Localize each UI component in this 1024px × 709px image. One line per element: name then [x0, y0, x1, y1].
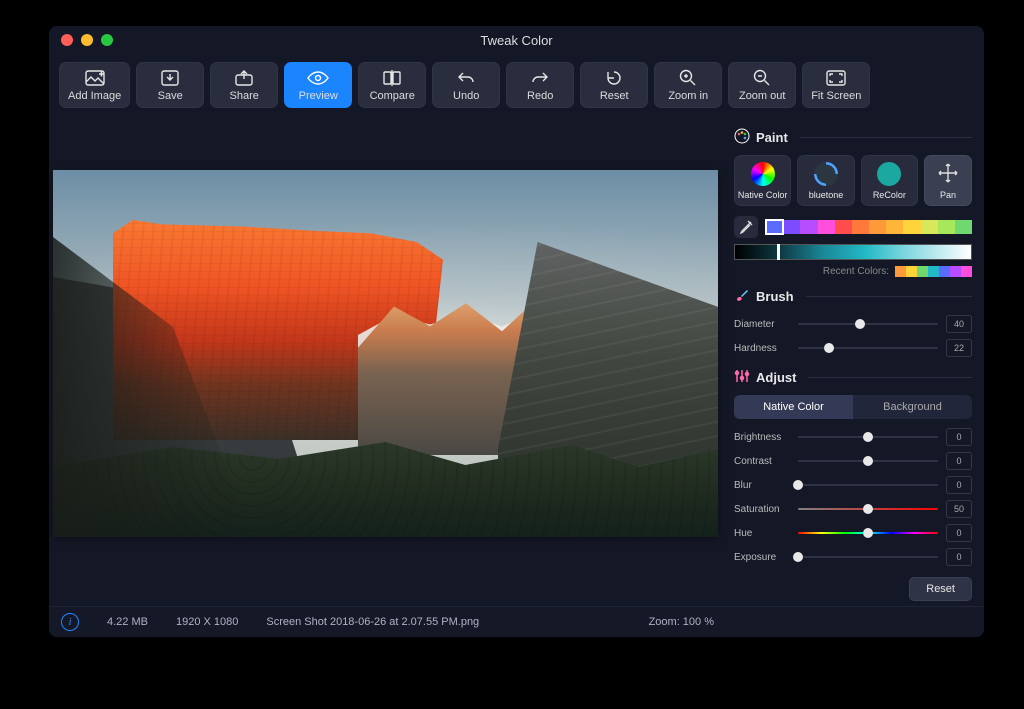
hue-slider[interactable]	[798, 526, 938, 540]
swatch[interactable]	[955, 220, 972, 234]
brush-icon	[734, 287, 750, 306]
image-dimensions: 1920 X 1080	[176, 616, 238, 628]
fit-screen-button[interactable]: Fit Screen	[802, 62, 870, 108]
share-icon	[235, 69, 253, 87]
titlebar: Tweak Color	[49, 26, 984, 54]
adjust-reset-button[interactable]: Reset	[909, 577, 972, 601]
paint-section: Paint Native Color bluetone ReColor	[734, 128, 972, 277]
file-name: Screen Shot 2018-06-26 at 2.07.55 PM.png	[266, 616, 479, 628]
pan-button[interactable]: Pan	[924, 155, 972, 206]
recent-swatch[interactable]	[895, 266, 906, 277]
palette-icon	[734, 128, 750, 147]
zoom-in-icon	[679, 69, 697, 87]
diameter-value: 40	[946, 315, 972, 333]
swatch[interactable]	[783, 220, 800, 234]
sliders-icon	[734, 368, 750, 387]
blur-slider[interactable]	[798, 478, 938, 492]
swatch[interactable]	[835, 220, 852, 234]
hue-gradient-slider[interactable]	[734, 244, 972, 260]
undo-button[interactable]: Undo	[432, 62, 500, 108]
brightness-slider[interactable]	[798, 430, 938, 444]
recent-swatch[interactable]	[939, 266, 950, 277]
recent-swatch[interactable]	[961, 266, 972, 277]
hardness-slider[interactable]	[798, 341, 938, 355]
toolbar: Add Image Save Share Preview Compare Und…	[49, 54, 984, 120]
tab-background[interactable]: Background	[853, 395, 972, 419]
file-size: 4.22 MB	[107, 616, 148, 628]
window-title: Tweak Color	[49, 33, 984, 48]
reset-icon	[605, 69, 623, 87]
hardness-value: 22	[946, 339, 972, 357]
app-window: Tweak Color Add Image Save Share Preview…	[49, 26, 984, 637]
redo-icon	[531, 69, 549, 87]
status-bar: i 4.22 MB 1920 X 1080 Screen Shot 2018-0…	[49, 606, 984, 637]
reset-button[interactable]: Reset	[580, 62, 648, 108]
gradient-caret[interactable]	[777, 244, 780, 260]
zoom-in-button[interactable]: Zoom in	[654, 62, 722, 108]
swatch[interactable]	[869, 220, 886, 234]
image-canvas[interactable]	[53, 170, 718, 537]
swatch[interactable]	[766, 220, 783, 234]
swatch[interactable]	[886, 220, 903, 234]
color-swatches[interactable]	[766, 220, 972, 234]
swatch[interactable]	[921, 220, 938, 234]
diameter-label: Diameter	[734, 319, 790, 330]
paint-title: Paint	[756, 130, 788, 145]
eyedropper-button[interactable]	[734, 216, 758, 238]
adjust-title: Adjust	[756, 370, 796, 385]
contrast-slider[interactable]	[798, 454, 938, 468]
brush-title: Brush	[756, 289, 794, 304]
recent-swatch[interactable]	[950, 266, 961, 277]
save-button[interactable]: Save	[136, 62, 204, 108]
canvas-area	[49, 120, 722, 611]
color-wheel-icon	[751, 162, 775, 186]
swatch[interactable]	[903, 220, 920, 234]
pan-icon	[937, 162, 959, 187]
swatch[interactable]	[818, 220, 835, 234]
undo-icon	[457, 69, 475, 87]
preview-button[interactable]: Preview	[284, 62, 352, 108]
zoom-out-button[interactable]: Zoom out	[728, 62, 796, 108]
eye-icon	[307, 69, 329, 87]
paint-modes: Native Color bluetone ReColor Pan	[734, 155, 972, 206]
saturation-slider[interactable]	[798, 502, 938, 516]
sidebar: Paint Native Color bluetone ReColor	[722, 120, 984, 611]
bluetone-mode[interactable]: bluetone	[797, 155, 854, 206]
adjust-section: Adjust Native Color Background Brightnes…	[734, 368, 972, 601]
add-image-button[interactable]: Add Image	[59, 62, 130, 108]
swatch[interactable]	[800, 220, 817, 234]
recent-swatch[interactable]	[928, 266, 939, 277]
swatch[interactable]	[852, 220, 869, 234]
zoom-out-icon	[753, 69, 771, 87]
diameter-slider[interactable]	[798, 317, 938, 331]
bluetone-icon	[814, 162, 838, 186]
brush-section: Brush Diameter 40 Hardness 22	[734, 287, 972, 358]
compare-button[interactable]: Compare	[358, 62, 426, 108]
adjust-tabs: Native Color Background	[734, 395, 972, 419]
save-icon	[161, 69, 179, 87]
info-icon[interactable]: i	[61, 613, 79, 631]
recent-colors-label: Recent Colors:	[823, 266, 889, 277]
exposure-slider[interactable]	[798, 550, 938, 564]
recent-swatch[interactable]	[917, 266, 928, 277]
recent-swatch[interactable]	[906, 266, 917, 277]
image-plus-icon	[85, 69, 105, 87]
redo-button[interactable]: Redo	[506, 62, 574, 108]
share-button[interactable]: Share	[210, 62, 278, 108]
zoom-level: Zoom: 100 %	[649, 616, 714, 628]
tab-native-color[interactable]: Native Color	[734, 395, 853, 419]
fit-screen-icon	[826, 69, 846, 87]
recolor-mode[interactable]: ReColor	[861, 155, 918, 206]
native-color-mode[interactable]: Native Color	[734, 155, 791, 206]
swatch[interactable]	[938, 220, 955, 234]
recent-colors[interactable]	[895, 266, 972, 277]
recolor-swatch-icon	[877, 162, 901, 186]
hardness-label: Hardness	[734, 343, 790, 354]
compare-icon	[383, 69, 401, 87]
